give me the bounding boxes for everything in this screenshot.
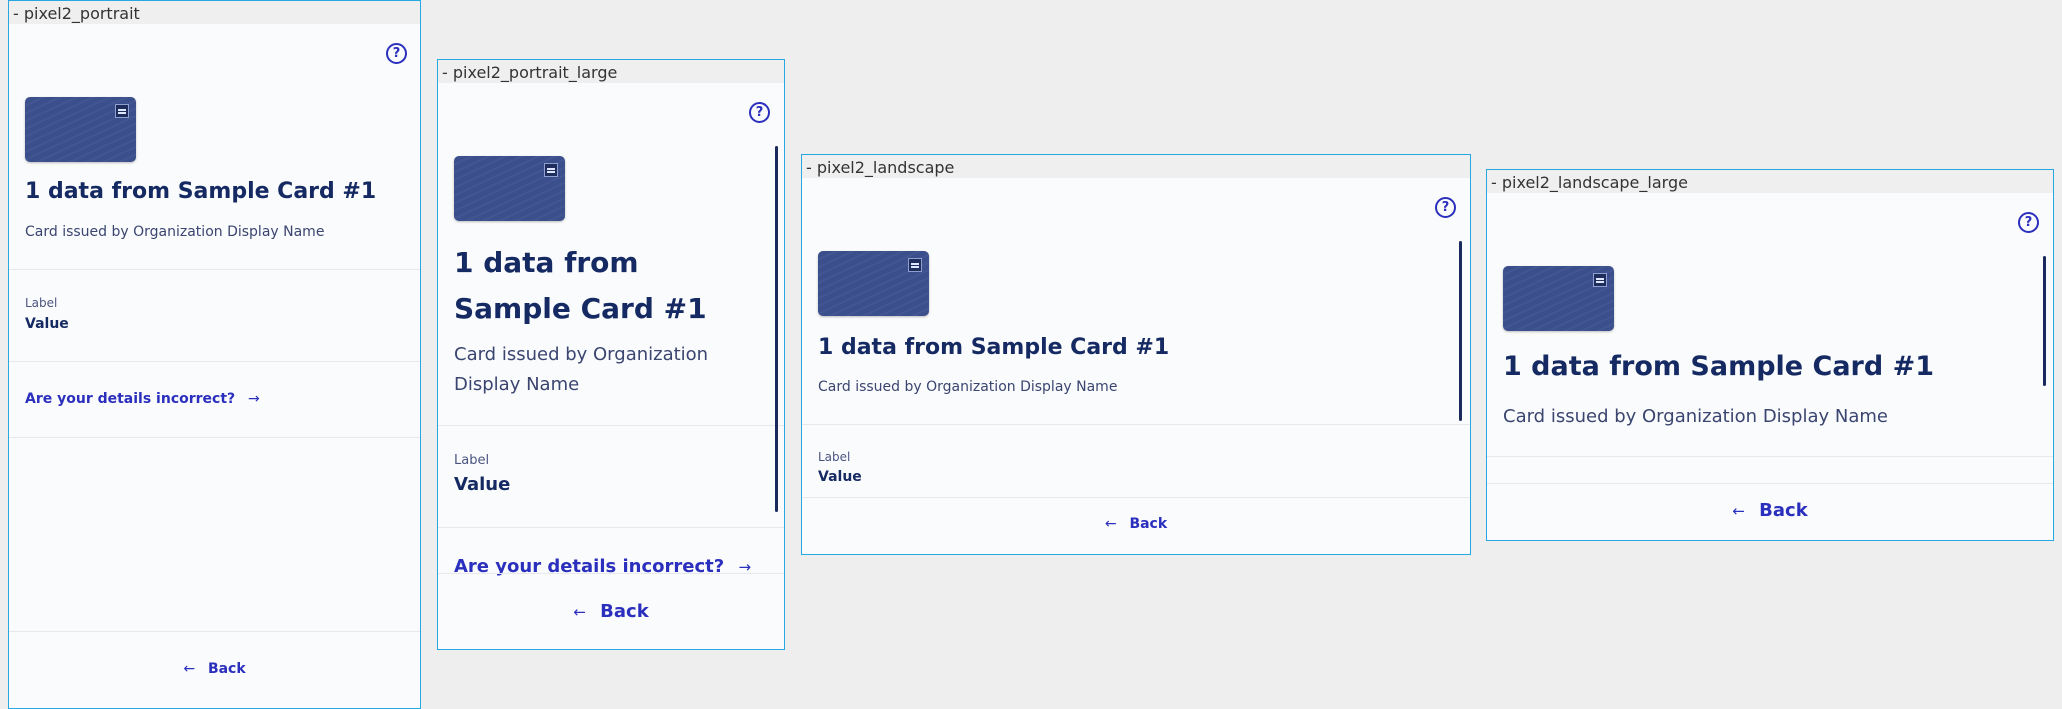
divider xyxy=(9,631,420,632)
frame-title: - pixel2_portrait xyxy=(9,1,420,24)
divider xyxy=(9,437,420,438)
divider xyxy=(438,573,784,574)
divider xyxy=(438,527,784,528)
page-subtitle: Card issued by Organization Display Name xyxy=(818,379,1118,395)
attribute-label: Label xyxy=(818,450,851,464)
divider xyxy=(802,497,1470,498)
card-logo-icon xyxy=(908,258,922,272)
back-button[interactable]: ← Back xyxy=(802,516,1470,532)
frame-title: - pixel2_portrait_large xyxy=(438,60,784,83)
arrow-left-icon: ← xyxy=(573,603,586,621)
page-subtitle: Card issued by Organization Display Name xyxy=(1503,406,1888,427)
back-label: Back xyxy=(600,601,649,622)
scrollbar[interactable] xyxy=(1459,241,1462,421)
attribute-label: Label xyxy=(454,453,490,468)
arrow-left-icon: ← xyxy=(1104,516,1117,532)
card-image xyxy=(25,97,136,162)
back-button[interactable]: ← Back xyxy=(438,601,784,622)
arrow-right-icon: → xyxy=(248,391,260,407)
card-image xyxy=(454,156,565,221)
divider xyxy=(1487,483,2053,484)
card-logo-icon xyxy=(544,163,558,177)
page-title: 1 data from Sample Card #1 xyxy=(818,335,1170,360)
divider xyxy=(1487,456,2053,457)
help-icon[interactable]: ? xyxy=(1435,197,1456,218)
attribute-value: Value xyxy=(454,474,511,495)
arrow-left-icon: ← xyxy=(183,661,196,677)
help-icon[interactable]: ? xyxy=(749,102,770,123)
attribute-label: Label xyxy=(25,296,58,310)
scrollbar[interactable] xyxy=(2043,256,2046,386)
page-subtitle: Card issued by Organization Display Name xyxy=(454,344,709,395)
page-title: 1 data from Sample Card #1 xyxy=(25,179,377,204)
back-label: Back xyxy=(1129,516,1168,532)
frame-pixel2-portrait: - pixel2_portrait ? 1 data from Sample C… xyxy=(8,0,421,709)
page-subtitle: Card issued by Organization Display Name xyxy=(25,224,325,240)
frame-title: - pixel2_landscape_large xyxy=(1487,170,2053,193)
help-icon[interactable]: ? xyxy=(386,43,407,64)
frame-pixel2-landscape-large: - pixel2_landscape_large ? 1 data from S… xyxy=(1486,169,2054,541)
frame-pixel2-landscape: - pixel2_landscape ? 1 data from Sample … xyxy=(801,154,1471,555)
back-button[interactable]: ← Back xyxy=(9,661,420,677)
frame-pixel2-portrait-large: - pixel2_portrait_large ? 1 data from Sa… xyxy=(437,59,785,650)
back-button[interactable]: ← Back xyxy=(1487,500,2053,521)
back-label: Back xyxy=(1759,500,1808,521)
divider xyxy=(802,424,1470,425)
page-title: 1 data from Sample Card #1 xyxy=(454,246,707,325)
help-icon[interactable]: ? xyxy=(2018,212,2039,233)
frame-title: - pixel2_landscape xyxy=(802,155,1470,178)
back-label: Back xyxy=(207,661,246,677)
card-logo-icon xyxy=(115,104,129,118)
details-incorrect-label: Are your details incorrect? xyxy=(25,391,236,407)
divider xyxy=(9,269,420,270)
attribute-value: Value xyxy=(818,469,862,485)
card-image xyxy=(1503,266,1614,331)
arrow-left-icon: ← xyxy=(1732,502,1745,520)
page-title: 1 data from Sample Card #1 xyxy=(1503,351,1934,382)
divider xyxy=(438,425,784,426)
card-image xyxy=(818,251,929,316)
attribute-value: Value xyxy=(25,316,69,332)
card-logo-icon xyxy=(1593,273,1607,287)
details-incorrect-link[interactable]: Are your details incorrect? → xyxy=(25,391,260,407)
scrollbar[interactable] xyxy=(775,146,778,512)
divider xyxy=(9,361,420,362)
